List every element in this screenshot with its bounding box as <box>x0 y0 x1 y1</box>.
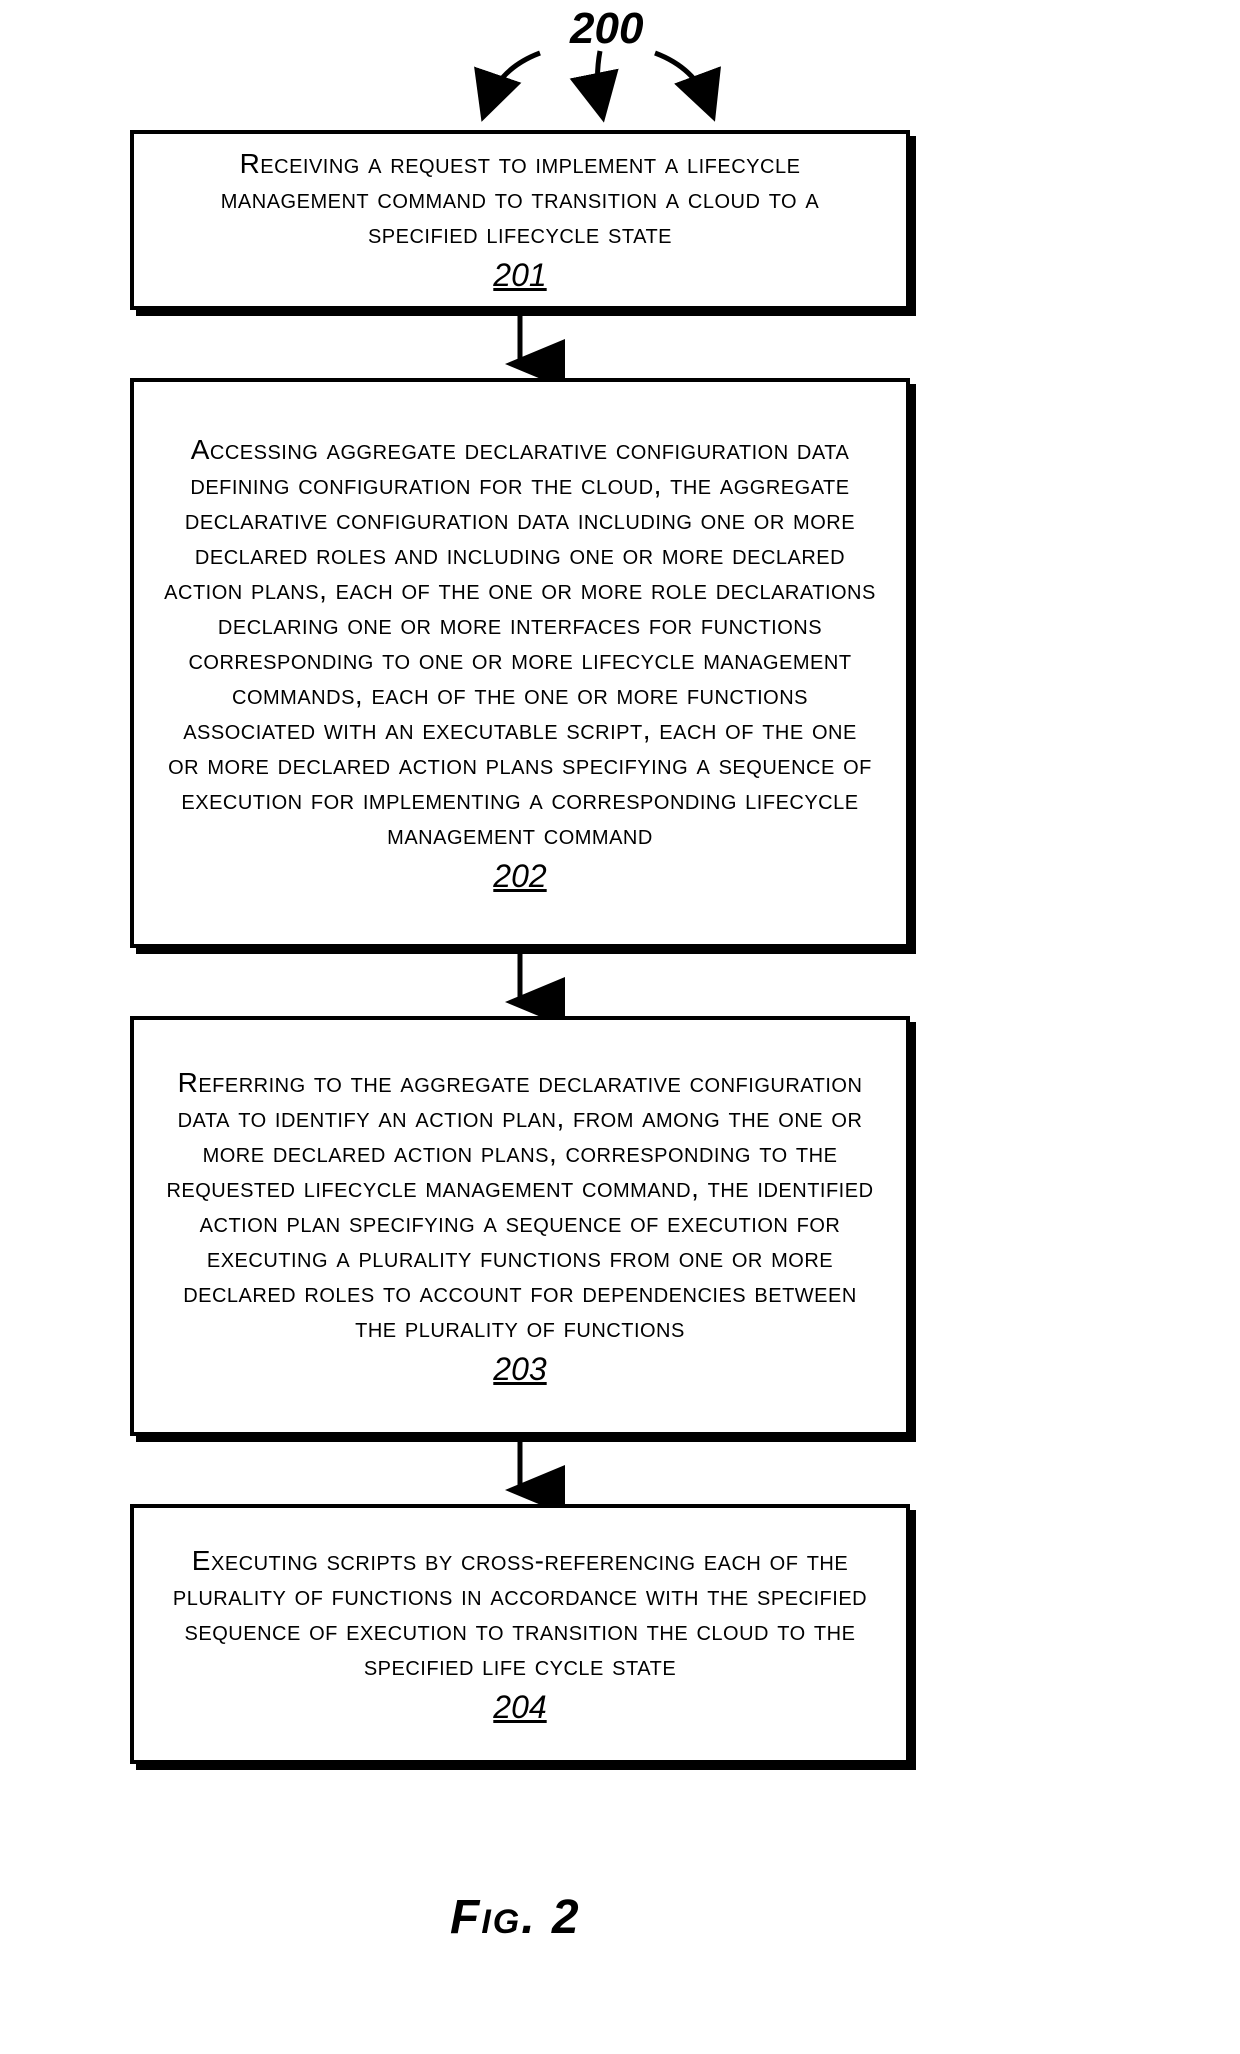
step-204-text: Executing scripts by cross-referencing e… <box>164 1543 876 1683</box>
step-204-num: 204 <box>493 1689 546 1726</box>
step-203-text: Referring to the aggregate declarative c… <box>164 1065 876 1345</box>
arrow-202-to-203 <box>510 954 530 1016</box>
step-201-num: 201 <box>493 257 546 294</box>
entry-arrow-right <box>640 48 730 118</box>
arrow-201-to-202 <box>510 316 530 378</box>
step-204-box: Executing scripts by cross-referencing e… <box>130 1504 910 1764</box>
entry-arrow-center <box>580 48 620 118</box>
entry-arrow-left <box>470 48 560 118</box>
step-202-box: Accessing aggregate declarative configur… <box>130 378 910 948</box>
step-202-text: Accessing aggregate declarative configur… <box>164 432 876 852</box>
figure-caption: Fig. 2 <box>450 1890 581 1945</box>
step-203-num: 203 <box>493 1351 546 1388</box>
arrow-203-to-204 <box>510 1442 530 1504</box>
flowchart-canvas: 200 Receiving a request to implement a l… <box>0 0 1240 2054</box>
step-202-num: 202 <box>493 858 546 895</box>
step-203-box: Referring to the aggregate declarative c… <box>130 1016 910 1436</box>
diagram-ref-number: 200 <box>570 4 643 54</box>
step-201-text: Receiving a request to implement a lifec… <box>164 146 876 251</box>
step-201-box: Receiving a request to implement a lifec… <box>130 130 910 310</box>
